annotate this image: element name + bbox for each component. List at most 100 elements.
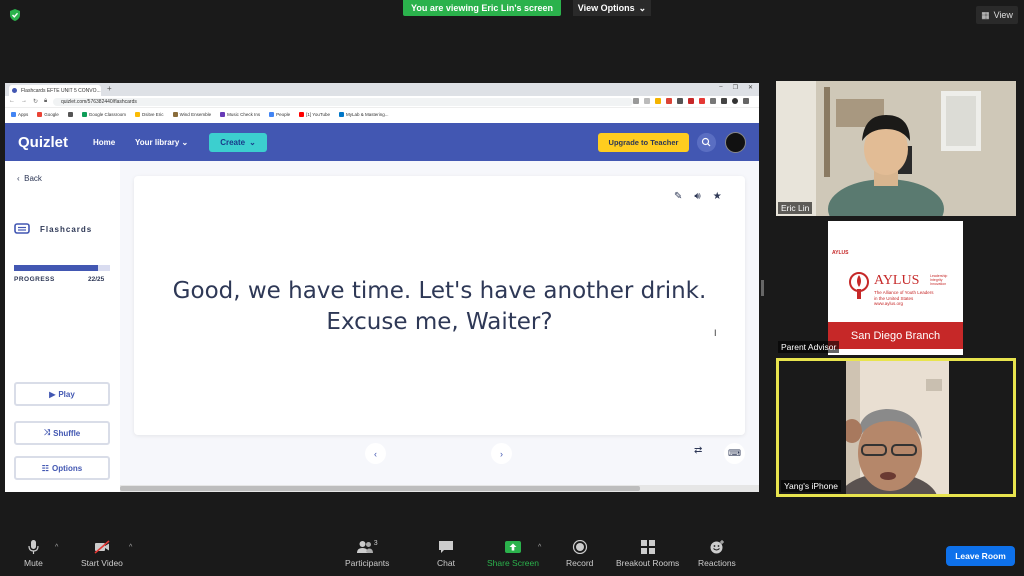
extension-icon[interactable] [677,98,683,104]
bookmark-item[interactable]: Google [37,112,59,117]
chat-button[interactable]: Chat [437,540,455,568]
chevron-up-icon[interactable]: ^ [129,544,132,551]
bookmark-item[interactable]: [1] YouTube [299,112,330,117]
chevron-down-icon: ⌄ [181,138,189,147]
swap-icon[interactable]: ⇄ [694,445,702,456]
create-button[interactable]: Create ⌄ [209,133,267,152]
reload-icon[interactable]: ↻ [33,98,38,105]
create-label: Create [220,138,246,147]
progress-label: PROGRESS [14,276,55,283]
video-tile-yang[interactable]: Yang's iPhone [776,358,1016,497]
video-tile-eric[interactable]: Eric Lin [776,81,1016,216]
previous-card-button[interactable]: ‹ [365,443,386,464]
extension-icon[interactable] [666,98,672,104]
panel-resize-handle[interactable] [761,280,764,296]
participants-icon-wrap: 3 [356,540,378,554]
browser-tab-bar [5,83,759,96]
zoom-icon[interactable] [633,98,639,104]
reactions-label: Reactions [698,558,736,568]
chevron-up-icon[interactable]: ^ [538,544,541,551]
bookmark-label: MyLab & Mastering... [345,112,389,117]
extension-icon[interactable] [655,98,661,104]
scrollbar-thumb[interactable] [120,486,640,491]
bookmark-item[interactable]: Dsitve Eric [135,112,164,117]
extension-icon[interactable] [688,98,694,104]
back-link[interactable]: ‹ Back [17,174,42,183]
quizlet-logo[interactable]: Quizlet [18,134,68,151]
mute-button[interactable]: Mute [24,540,43,568]
breakout-rooms-icon [640,540,655,554]
share-screen-icon [504,541,521,553]
audio-icon[interactable]: 🔊︎ [694,191,700,202]
avatar[interactable] [725,132,746,153]
bookmark-item[interactable]: People [269,112,290,117]
torch-icon [849,272,869,299]
video-off-icon [94,540,110,554]
leave-room-button[interactable]: Leave Room [946,546,1015,566]
nav-home[interactable]: Home [93,138,115,147]
new-tab-icon[interactable]: + [107,84,112,93]
mute-label: Mute [24,558,43,568]
bookmark-item[interactable]: Wind Ensemble [172,112,211,117]
next-card-button[interactable]: › [491,443,512,464]
extension-icon[interactable] [699,98,705,104]
flashcard-line: Excuse me, Waiter? [326,309,553,335]
breakout-rooms-label: Breakout Rooms [616,558,680,568]
browser-tab[interactable]: Flashcards EFTE UNIT 5 CONVO... [9,85,101,96]
flashcard-text: Good, we have time. Let's have another d… [134,276,745,338]
profile-icon[interactable] [732,98,738,104]
forward-arrow-icon[interactable]: → [21,98,27,105]
search-icon[interactable] [697,133,716,152]
participants-button[interactable]: 3 Participants [345,540,389,568]
menu-icon[interactable] [743,98,749,104]
edit-icon[interactable]: ✎ [674,191,682,202]
breakout-rooms-button[interactable]: Breakout Rooms [616,540,679,568]
keyboard-icon[interactable]: ⌨ [724,443,745,464]
start-video-label: Start Video [81,558,123,568]
media-icon[interactable] [721,98,727,104]
view-options-button[interactable]: View Options ⌄ [573,0,651,16]
bookmark-item[interactable]: Music Check Ins [220,112,260,117]
options-button[interactable]: ☷ Options [14,456,110,480]
chevron-up-icon[interactable]: ^ [55,544,58,551]
reactions-button[interactable]: Reactions [698,540,736,568]
shield-icon[interactable] [8,8,22,22]
shuffle-label: Shuffle [53,428,81,438]
record-button[interactable]: Record [566,540,593,568]
chevron-down-icon: ⌄ [638,2,647,13]
bookmark-item[interactable]: Google Classroom [81,112,127,117]
start-video-button[interactable]: Start Video [81,540,123,568]
bookmark-item[interactable]: MyLab & Mastering... [338,112,389,117]
bookmark-item[interactable] [67,112,73,117]
puzzle-icon[interactable] [710,98,716,104]
url-field[interactable]: quizlet.com/576382440/flashcards [53,98,633,106]
star-icon[interactable]: ★ [713,191,722,202]
nav-your-library[interactable]: Your library ⌄ [135,138,188,147]
view-button[interactable]: ▦ View [976,6,1018,24]
lock-icon: 🔒︎ [44,98,48,104]
bookmark-item[interactable]: Apps [11,112,28,117]
play-button[interactable]: ▶ Play [14,382,110,406]
upgrade-button[interactable]: Upgrade to Teacher [598,133,689,152]
nav-library-label: Your library [135,138,180,147]
bookmark-label: [1] YouTube [306,112,330,117]
share-screen-button[interactable]: Share Screen [487,540,539,568]
bookmark-icon [269,112,275,117]
participant-video [776,81,1016,216]
participants-label: Participants [345,558,390,568]
mode-label: Flashcards [40,224,93,234]
mode-selector[interactable]: Flashcards [14,223,92,235]
close-icon[interactable]: ✕ [748,84,753,91]
bookmark-label: Google Classroom [88,112,127,117]
aylus-logo: AYLUS AYLUS Leadership Integrity Innovat… [828,221,963,355]
record-label: Record [566,558,594,568]
shuffle-button[interactable]: ⤨ Shuffle [14,421,110,445]
star-icon[interactable] [644,98,650,104]
back-arrow-icon[interactable]: ← [9,98,15,105]
play-icon: ▶ [49,389,56,399]
shared-screen: Flashcards EFTE UNIT 5 CONVO... + – ❐ ✕ … [5,83,759,492]
minimize-icon[interactable]: – [719,84,722,91]
maximize-icon[interactable]: ❐ [733,84,738,91]
bookmark-icon [172,112,178,117]
video-tile-parent-advisor[interactable]: AYLUS AYLUS Leadership Integrity Innovat… [776,219,1016,355]
